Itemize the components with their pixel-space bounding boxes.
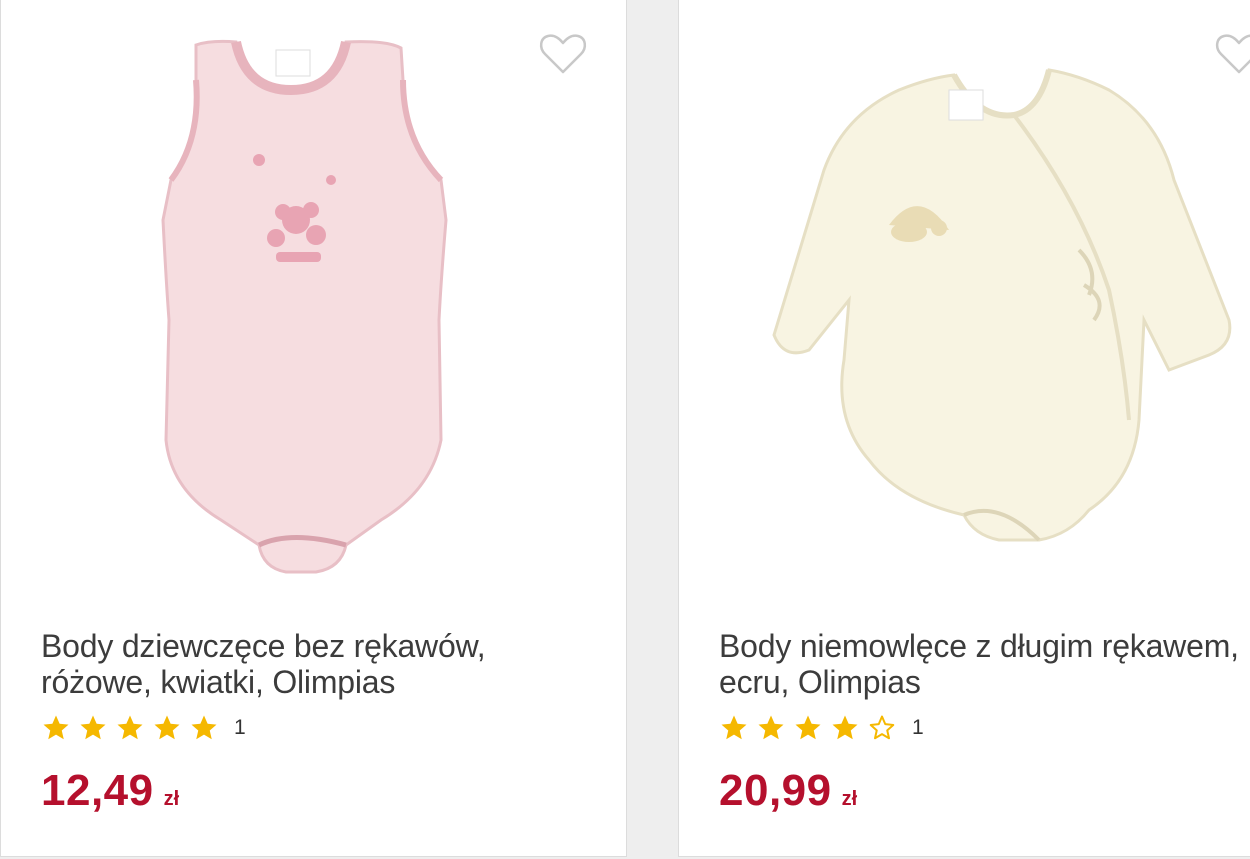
product-title[interactable]: Body dziewczęce bez rękawów, różowe, kwi… <box>41 628 581 700</box>
product-grid: Body dziewczęce bez rękawów, różowe, kwi… <box>0 0 1250 859</box>
star-filled-icon <box>154 715 180 740</box>
star-filled-icon <box>721 715 747 740</box>
product-price: 12,49 zł <box>41 766 179 816</box>
rating-count: 1 <box>234 716 246 739</box>
product-image-longsleeve-bodysuit[interactable] <box>749 60 1249 560</box>
wishlist-heart-icon[interactable] <box>539 32 587 76</box>
star-filled-icon <box>43 715 69 740</box>
star-filled-icon <box>795 715 821 740</box>
product-title[interactable]: Body niemowlęce z długim rękawem, ecru, … <box>719 628 1250 700</box>
rating-stars: 1 <box>41 710 246 746</box>
star-outline-icon <box>869 715 895 740</box>
star-filled-icon <box>758 715 784 740</box>
rating-stars: 1 <box>719 710 924 746</box>
product-image-sleeveless-bodysuit[interactable] <box>141 20 471 600</box>
star-filled-icon <box>80 715 106 740</box>
product-card[interactable]: Body niemowlęce z długim rękawem, ecru, … <box>678 0 1250 857</box>
star-filled-icon <box>191 715 217 740</box>
price-value: 12,49 <box>41 766 154 815</box>
price-value: 20,99 <box>719 766 832 815</box>
rating-count: 1 <box>912 716 924 739</box>
price-currency: zł <box>163 788 180 810</box>
product-price: 20,99 zł <box>719 766 857 816</box>
star-filled-icon <box>117 715 143 740</box>
star-filled-icon <box>832 715 858 740</box>
price-currency: zł <box>841 788 858 810</box>
product-card[interactable]: Body dziewczęce bez rękawów, różowe, kwi… <box>0 0 627 857</box>
